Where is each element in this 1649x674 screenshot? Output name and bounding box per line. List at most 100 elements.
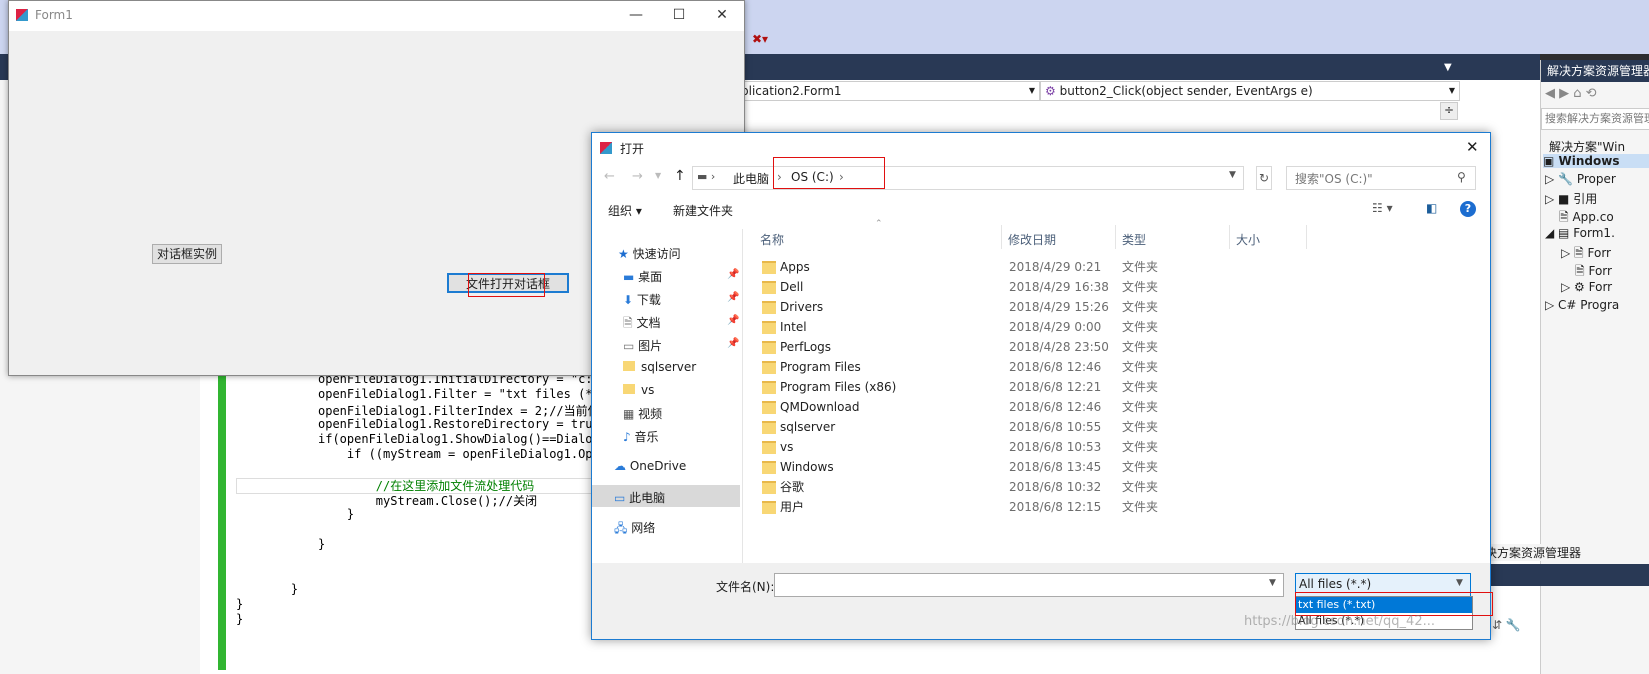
file-row[interactable]: QMDownload 2018/6/8 12:46 文件夹 <box>757 397 1317 417</box>
file-row[interactable]: Program Files 2018/6/8 12:46 文件夹 <box>757 357 1317 377</box>
divider <box>1306 225 1307 249</box>
solution-explorer-tab[interactable]: 决方案资源管理器 <box>1483 544 1649 561</box>
nav-quick-access[interactable]: ★ 快速访问 <box>618 245 681 262</box>
code-line: if(openFileDialog1.ShowDialog()==DialogR… <box>318 432 615 446</box>
toolbar-icon[interactable]: ✖▾ <box>752 32 768 46</box>
folder-icon <box>762 421 776 434</box>
folder-icon <box>762 301 776 314</box>
pin-icon[interactable]: 📌 <box>727 338 739 349</box>
status-icons[interactable]: ⇵ 🔧 <box>1492 618 1521 632</box>
nav-desktop[interactable]: ▬ 桌面 <box>623 268 662 285</box>
nav-documents[interactable]: 🗎 文档 <box>623 314 660 335</box>
column-date[interactable]: 修改日期 <box>1008 231 1056 248</box>
file-row[interactable]: Program Files (x86) 2018/6/8 12:21 文件夹 <box>757 377 1317 397</box>
sort-arrow-icon: ⌃ <box>875 219 883 229</box>
solution-explorer-title: 解决方案资源管理器 <box>1541 60 1649 82</box>
close-icon[interactable]: ✕ <box>707 5 737 25</box>
search-placeholder: 搜索"OS (C:)" <box>1295 172 1373 186</box>
file-row[interactable]: 用户 2018/6/8 12:15 文件夹 <box>757 497 1317 517</box>
file-row[interactable]: PerfLogs 2018/4/28 23:50 文件夹 <box>757 337 1317 357</box>
watermark: https://blog.csdn.net/qq_42... <box>1244 614 1436 629</box>
network-icon: 🖧 <box>614 521 632 535</box>
project-node[interactable]: ▣ Windows <box>1543 154 1649 168</box>
folder-icon <box>623 361 635 371</box>
forward-icon[interactable]: → <box>632 169 643 184</box>
back-icon[interactable]: ← <box>604 169 615 184</box>
solution-node[interactable]: 解决方案"Win <box>1549 138 1625 155</box>
nav-music[interactable]: ♪ 音乐 <box>623 428 659 445</box>
preview-pane-icon[interactable]: ◧ <box>1426 201 1437 215</box>
filename-input[interactable]: ▼ <box>774 573 1284 597</box>
file-row[interactable]: Intel 2018/4/29 0:00 文件夹 <box>757 317 1317 337</box>
nav-pictures[interactable]: ▭ 图片 <box>623 337 662 354</box>
chevron-down-icon[interactable]: ▼ <box>655 171 661 180</box>
file-row[interactable]: Apps 2018/4/29 0:21 文件夹 <box>757 257 1317 277</box>
close-icon[interactable]: ✕ <box>1466 138 1479 156</box>
organize-button[interactable]: 组织 ▾ <box>608 202 642 219</box>
minimize-icon[interactable]: — <box>621 5 651 25</box>
tree-node[interactable]: ▷ ■ 引用 <box>1545 190 1597 207</box>
tree-node[interactable]: ◢ ▤ Form1. <box>1545 226 1615 240</box>
refresh-icon[interactable]: ↻ <box>1256 166 1272 190</box>
dialog-example-button[interactable]: 对话框实例 <box>152 244 222 264</box>
breadcrumb-this-pc[interactable]: 此电脑 <box>733 170 769 187</box>
back-icon[interactable]: ◀ ▶ ⌂ ⟲ <box>1545 86 1597 101</box>
chevron-down-icon: ▼ <box>1448 86 1455 95</box>
column-name[interactable]: 名称 <box>760 231 784 248</box>
download-icon: ⬇ <box>623 293 637 307</box>
tree-node[interactable]: ▷ C# Progra <box>1545 298 1619 312</box>
divider <box>1001 225 1002 249</box>
highlight-box <box>773 157 885 189</box>
code-line: if ((myStream = openFileDialog1.OpenF <box>318 447 615 461</box>
class-dropdown[interactable]: plication2.Form1 ▼ <box>736 81 1040 101</box>
chevron-down-icon[interactable]: ▼ <box>1229 170 1236 180</box>
code-line: } <box>318 537 326 551</box>
chevron-down-icon[interactable]: ▼ <box>1444 62 1452 73</box>
tree-node[interactable]: ▷ 🔧 Proper <box>1545 172 1616 186</box>
nav-this-pc[interactable]: ▭ 此电脑 <box>614 489 665 506</box>
search-input[interactable]: 搜索"OS (C:)" ⚲ <box>1286 166 1476 190</box>
search-icon: ⚲ <box>1457 170 1466 184</box>
code-line: openFileDialog1.RestoreDirectory = true;… <box>318 417 615 431</box>
nav-sqlserver[interactable]: sqlserver <box>623 360 696 374</box>
maximize-icon[interactable]: ☐ <box>664 5 694 25</box>
pin-icon[interactable]: 📌 <box>727 315 739 326</box>
change-bar <box>218 370 226 670</box>
chevron-down-icon: ▼ <box>1456 578 1463 588</box>
split-editor-icon[interactable]: ÷ <box>1440 102 1458 120</box>
method-dropdown-value: button2_Click(object sender, EventArgs e… <box>1059 84 1313 98</box>
new-folder-button[interactable]: 新建文件夹 <box>673 202 733 219</box>
nav-network[interactable]: 🖧 网络 <box>614 519 655 540</box>
view-options-icon[interactable]: ☷ ▾ <box>1372 201 1393 215</box>
nav-vs[interactable]: vs <box>623 383 654 397</box>
nav-videos[interactable]: ▦ 视频 <box>623 405 662 422</box>
nav-downloads[interactable]: ⬇ 下载 <box>623 291 661 308</box>
cloud-icon: ☁ <box>614 459 630 473</box>
method-dropdown[interactable]: ⚙ button2_Click(object sender, EventArgs… <box>1040 81 1460 101</box>
pin-icon[interactable]: 📌 <box>727 292 739 303</box>
column-size[interactable]: 大小 <box>1236 231 1260 248</box>
file-row[interactable]: Dell 2018/4/29 16:38 文件夹 <box>757 277 1317 297</box>
file-row[interactable]: 谷歌 2018/6/8 10:32 文件夹 <box>757 477 1317 497</box>
tree-node[interactable]: ▷ ⚙ Forr <box>1561 280 1612 294</box>
nav-onedrive[interactable]: ☁ OneDrive <box>614 459 686 473</box>
help-icon[interactable]: ? <box>1460 201 1476 217</box>
pin-icon[interactable]: 📌 <box>727 269 739 280</box>
file-row[interactable]: Windows 2018/6/8 13:45 文件夹 <box>757 457 1317 477</box>
music-icon: ♪ <box>623 430 635 444</box>
up-icon[interactable]: ↑ <box>674 168 686 184</box>
file-row[interactable]: Drivers 2018/4/29 15:26 文件夹 <box>757 297 1317 317</box>
method-icon: ⚙ <box>1045 84 1056 98</box>
form-icon <box>16 9 28 21</box>
filename-label: 文件名(N): <box>716 580 775 594</box>
code-line: } <box>262 582 299 596</box>
file-type-selected: All files (*.*) <box>1299 577 1372 591</box>
file-row[interactable]: vs 2018/6/8 10:53 文件夹 <box>757 437 1317 457</box>
solution-search-input[interactable]: 搜索解决方案资源管理 <box>1541 108 1649 130</box>
project-icon: ▣ <box>1543 154 1559 168</box>
folder-icon <box>762 321 776 334</box>
file-row[interactable]: sqlserver 2018/6/8 10:55 文件夹 <box>757 417 1317 437</box>
class-dropdown-value: plication2.Form1 <box>741 84 842 98</box>
computer-icon: ▭ <box>614 491 630 505</box>
column-type[interactable]: 类型 <box>1122 231 1146 248</box>
